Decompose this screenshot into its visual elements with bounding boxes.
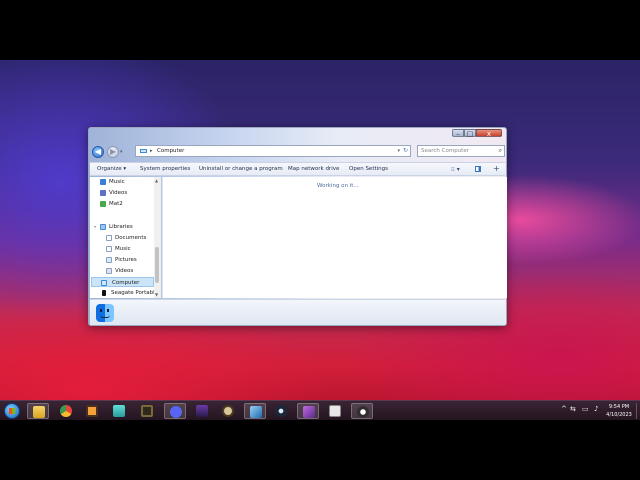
media-player-taskbar-icon[interactable] <box>81 403 103 419</box>
nav-item-label: Documents <box>115 235 147 241</box>
folder-icon <box>100 201 106 207</box>
scroll-up-icon[interactable]: ▲ <box>155 178 158 183</box>
back-button[interactable]: ◀ <box>92 146 104 158</box>
nav-item-label: Mat2 <box>109 201 123 207</box>
system-properties-button[interactable]: System properties <box>140 163 190 176</box>
miku-app-taskbar-icon[interactable] <box>108 403 130 419</box>
game-app-taskbar-icon[interactable] <box>217 403 239 419</box>
minecraft-taskbar-icon[interactable] <box>136 403 158 419</box>
drive-icon <box>102 290 106 296</box>
change-view-icon[interactable]: ⁝⁝ ▾ <box>451 166 460 173</box>
file-explorer-taskbar-icon[interactable] <box>27 403 49 419</box>
network-icon[interactable]: ⇆ <box>570 405 576 413</box>
computer-icon <box>140 149 147 153</box>
scroll-thumb[interactable] <box>155 247 159 283</box>
nav-item-seagate-portable[interactable]: Seagate Portable <box>102 288 159 298</box>
breadcrumb-computer[interactable]: Computer <box>157 146 184 156</box>
start-button[interactable] <box>4 403 20 419</box>
nav-item-library-videos[interactable]: Videos <box>106 266 154 276</box>
nav-item-computer[interactable]: Computer <box>91 277 154 287</box>
nav-item-label: Seagate Portable <box>111 290 159 296</box>
discord-taskbar-icon[interactable] <box>164 403 186 419</box>
nav-item-label: Music <box>115 246 131 252</box>
forward-button[interactable]: ▶ <box>107 146 119 158</box>
documents-icon <box>106 235 112 241</box>
computer-icon <box>101 280 107 286</box>
uninstall-program-button[interactable]: Uninstall or change a program <box>199 163 283 176</box>
taskbar: ^ ⇆ ▭ ♪ 9:54 PM 4/10/2023 <box>0 400 640 420</box>
nav-item-label: Pictures <box>115 257 137 263</box>
character-app-taskbar-icon[interactable] <box>191 403 213 419</box>
recent-locations-button[interactable]: ▾ <box>120 149 123 155</box>
search-input[interactable]: Search Computer ⌕ <box>417 145 505 157</box>
open-settings-button[interactable]: Open Settings <box>349 163 388 176</box>
music-icon <box>100 179 106 185</box>
obs-taskbar-icon[interactable] <box>351 403 373 419</box>
search-icon[interactable]: ⌕ <box>499 146 502 156</box>
libraries-icon <box>100 224 106 230</box>
address-bar[interactable]: ▸ Computer ▾ ↻ <box>135 145 411 157</box>
nav-item-label: Computer <box>112 280 140 286</box>
microphone-icon[interactable]: ♪ <box>594 405 598 413</box>
loading-status: Working on it... <box>317 183 359 189</box>
scroll-down-icon[interactable]: ▼ <box>155 292 158 297</box>
nav-item-music[interactable]: Music ✎ <box>100 177 161 187</box>
maximize-button[interactable]: □ <box>464 129 476 138</box>
virtualbox-taskbar-icon[interactable] <box>244 403 266 419</box>
explorer-window[interactable]: – □ x ◀ ▶ ▾ ▸ Computer ▾ ↻ Search Comput… <box>88 127 507 326</box>
show-desktop-button[interactable] <box>636 403 640 419</box>
videos-icon <box>100 190 106 196</box>
breadcrumb-separator[interactable]: ▸ <box>150 146 153 156</box>
nav-item-label: Libraries <box>109 224 133 230</box>
clock-time[interactable]: 9:54 PM <box>604 404 634 410</box>
organize-button[interactable]: Organize ▾ <box>97 163 126 176</box>
details-pane <box>90 299 505 325</box>
content-area[interactable]: Working on it... <box>162 177 507 298</box>
finder-icon <box>96 304 114 322</box>
minecraft-pickaxe-taskbar-icon[interactable] <box>297 403 319 419</box>
nav-item-videos[interactable]: Videos ✎ <box>100 188 161 198</box>
preview-pane-icon[interactable] <box>475 166 481 172</box>
nav-item-mat2[interactable]: Mat2 ✎ <box>100 199 161 209</box>
help-icon[interactable]: + <box>493 163 500 175</box>
nav-item-label: Music <box>109 179 125 185</box>
minimize-button[interactable]: – <box>452 129 464 138</box>
close-button[interactable]: x <box>476 129 502 138</box>
nav-item-pictures[interactable]: Pictures <box>106 255 154 265</box>
nav-item-documents[interactable]: Documents <box>106 233 154 243</box>
videos-icon <box>106 268 112 274</box>
chrome-taskbar-icon[interactable] <box>55 403 77 419</box>
nav-item-library-music[interactable]: Music <box>106 244 154 254</box>
show-hidden-icons-button[interactable]: ^ <box>561 405 567 413</box>
pictures-icon <box>106 257 112 263</box>
expand-chevron-icon[interactable]: ▾ <box>94 222 96 232</box>
map-network-drive-button[interactable]: Map network drive <box>288 163 339 176</box>
chevron-down-icon[interactable]: ▾ <box>397 146 400 156</box>
mod-loader-taskbar-icon[interactable] <box>324 403 346 419</box>
steam-taskbar-icon[interactable] <box>270 403 292 419</box>
clock-date[interactable]: 4/10/2023 <box>604 412 634 418</box>
command-bar: Organize ▾ System properties Uninstall o… <box>90 162 505 176</box>
nav-item-label: Videos <box>115 268 134 274</box>
music-icon <box>106 246 112 252</box>
display-icon[interactable]: ▭ <box>582 405 589 413</box>
nav-pane-scrollbar[interactable]: ▲ ▼ <box>154 177 161 298</box>
nav-item-libraries[interactable]: ▾ Libraries <box>94 222 154 232</box>
refresh-icon[interactable]: ↻ <box>403 146 408 156</box>
navigation-pane: Music ✎ Videos ✎ Mat2 ✎ ▾ Libraries Docu… <box>90 177 161 298</box>
nav-item-label: Videos <box>109 190 128 196</box>
search-placeholder: Search Computer <box>421 148 469 154</box>
